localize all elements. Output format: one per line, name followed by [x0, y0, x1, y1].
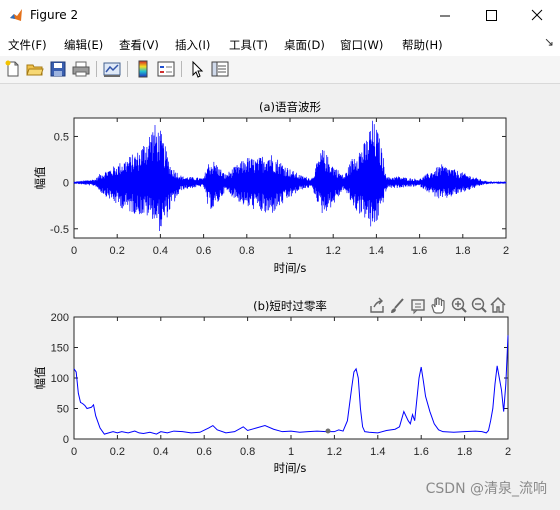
y-tick-label: 0.5: [54, 131, 69, 143]
x-tick-label: 1.6: [412, 245, 427, 257]
x-tick-label: 1: [288, 446, 294, 458]
menu-insert[interactable]: 插入(I): [175, 37, 210, 53]
axes-zcr-box: [73, 316, 509, 440]
zcr-xlabel: 时间/s: [274, 461, 307, 475]
minimize-icon: [440, 15, 450, 17]
waveform-xlabel: 时间/s: [274, 261, 307, 275]
close-icon: [531, 9, 543, 21]
x-tick-label: 0.6: [196, 245, 211, 257]
x-tick-label: 0: [71, 245, 77, 257]
x-tick-label: 1.4: [369, 245, 384, 257]
y-tick-label: 0: [63, 178, 69, 190]
edit-plot-arrow-icon[interactable]: [188, 60, 206, 78]
x-tick-label: 0.6: [197, 446, 212, 458]
figure-toolbar: [0, 56, 560, 84]
x-tick-label: 1: [287, 245, 293, 257]
x-tick-label: 0: [71, 446, 77, 458]
x-tick-label: 2: [505, 446, 511, 458]
x-tick-label: 1.6: [414, 446, 429, 458]
plots-svg: (a)语音波形 时间/s 幅值 0 0.2 0.4 0.6 0.8 1 1.2 1.4 1.6 1…: [33, 100, 511, 475]
x-tick-label: 0.4: [153, 245, 168, 257]
home-icon[interactable]: [490, 296, 506, 313]
watermark-text: CSDN @清泉_流响: [425, 481, 547, 497]
x-tick-label: 2: [503, 245, 509, 257]
waveform-title: (a)语音波形: [259, 100, 322, 114]
x-tick-label: 0.4: [153, 446, 168, 458]
zoom-out-icon[interactable]: [471, 297, 487, 313]
x-tick-label: 1.8: [457, 446, 472, 458]
minimize-button[interactable]: [422, 0, 468, 31]
zcr-ylabel: 幅值: [33, 366, 47, 389]
pan-icon[interactable]: [431, 297, 445, 314]
y-tick-label: 0: [63, 434, 69, 446]
axes-zcr[interactable]: (b)短时过零率 时间/s 幅值 0 0.2 0.4 0.6 0.8 1 1.2 1.4 1.6…: [33, 299, 511, 475]
open-file-icon[interactable]: [26, 60, 44, 78]
figure-canvas: (a)语音波形 时间/s 幅值 0 0.2 0.4 0.6 0.8 1 1.2 1.4 1.6 1…: [0, 84, 560, 506]
x-tick-label: 0.2: [110, 446, 125, 458]
menu-file[interactable]: 文件(F): [8, 37, 47, 53]
toolbar-separator: [181, 61, 182, 77]
property-inspector-icon[interactable]: [211, 60, 229, 78]
print-icon[interactable]: [72, 60, 90, 78]
maximize-icon: [486, 10, 497, 21]
menu-bar: 文件(F) 编辑(E) 查看(V) 插入(I) 工具(T) 桌面(D) 窗口(W…: [0, 31, 560, 56]
menu-help[interactable]: 帮助(H): [402, 37, 443, 53]
menu-view[interactable]: 查看(V): [119, 37, 159, 53]
axes-toolbar: [370, 296, 506, 315]
y-tick-label: 150: [51, 343, 69, 355]
toolbar-separator: [96, 61, 97, 77]
link-plot-icon[interactable]: [103, 60, 121, 78]
x-tick-label: 1.8: [455, 245, 470, 257]
legend-icon[interactable]: [157, 60, 175, 78]
x-tick-label: 1.2: [326, 245, 341, 257]
close-button[interactable]: [514, 0, 560, 31]
menu-edit[interactable]: 编辑(E): [64, 37, 103, 53]
maximize-button[interactable]: [468, 0, 514, 31]
x-tick-label: 0.2: [110, 245, 125, 257]
menu-window[interactable]: 窗口(W): [340, 37, 383, 53]
save-icon[interactable]: [49, 60, 67, 78]
data-cursor-marker: [325, 428, 331, 434]
x-tick-label: 0.8: [239, 245, 254, 257]
menu-overflow-icon[interactable]: ↘: [544, 35, 554, 49]
zcr-title: (b)短时过零率: [253, 299, 327, 313]
colorbar-icon[interactable]: [134, 60, 152, 78]
data-tips-icon[interactable]: [411, 299, 425, 315]
waveform-ylabel: 幅值: [33, 166, 47, 189]
window-title: Figure 2: [30, 8, 79, 22]
y-tick-label: 50: [57, 404, 69, 416]
y-tick-label: -0.5: [50, 224, 69, 236]
x-tick-label: 1.4: [370, 446, 385, 458]
x-tick-label: 1.2: [327, 446, 342, 458]
toolbar-separator: [127, 61, 128, 77]
export-icon[interactable]: [370, 297, 384, 313]
matlab-app-icon: [9, 8, 23, 22]
title-bar: Figure 2: [0, 0, 560, 31]
menu-tools[interactable]: 工具(T): [229, 37, 268, 53]
brush-icon[interactable]: [391, 298, 404, 313]
x-tick-label: 0.8: [240, 446, 255, 458]
zoom-in-icon[interactable]: [451, 297, 467, 313]
y-tick-label: 200: [51, 312, 69, 324]
new-figure-icon[interactable]: [4, 60, 22, 78]
y-tick-label: 100: [51, 373, 69, 385]
axes-waveform[interactable]: (a)语音波形 时间/s 幅值 0 0.2 0.4 0.6 0.8 1 1.2 1.4 1.6 1…: [33, 100, 509, 275]
menu-desktop[interactable]: 桌面(D): [284, 37, 325, 53]
